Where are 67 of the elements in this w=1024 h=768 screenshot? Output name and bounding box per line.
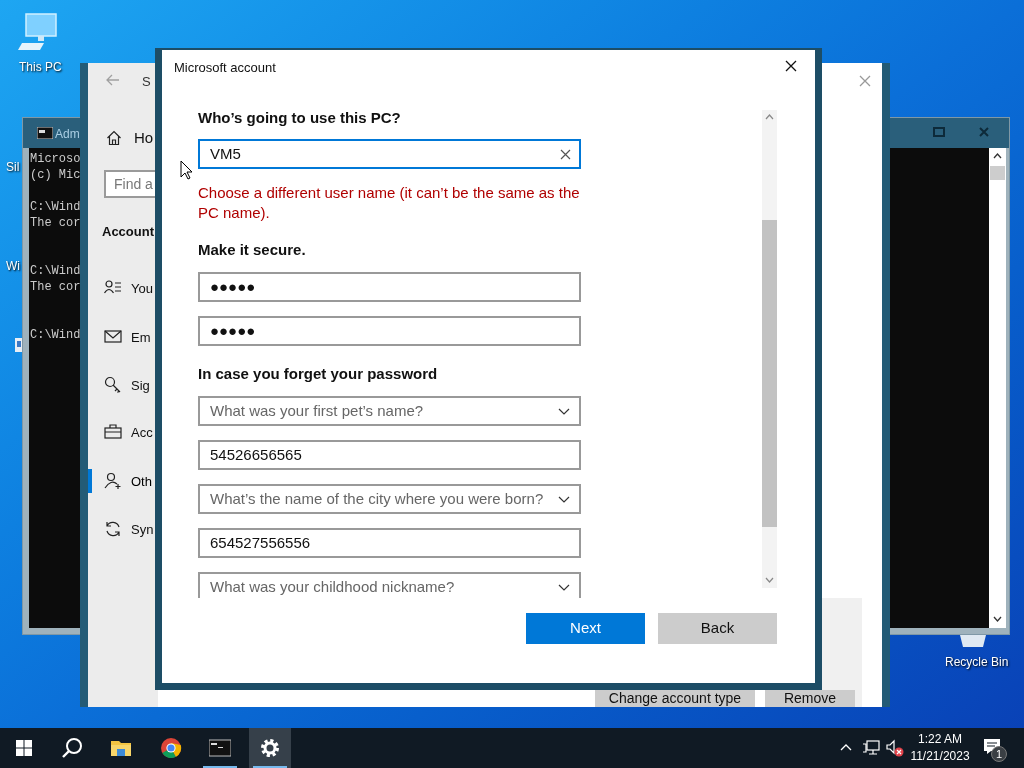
error-message: Choose a different user name (it can’t be the same as the PC name). (198, 183, 581, 223)
taskbar-button[interactable] (249, 728, 291, 768)
answer-field[interactable]: 654527556556 (198, 528, 581, 558)
scroll-down-icon[interactable] (993, 616, 1002, 622)
notification-badge: 1 (991, 746, 1007, 762)
console-line: The cor (30, 215, 81, 231)
desktop-icon-label[interactable]: Recycle Bin (945, 653, 1009, 671)
computer-icon[interactable] (18, 12, 60, 52)
chevron-down-icon[interactable] (558, 496, 570, 503)
person-add-icon[interactable] (104, 472, 122, 490)
briefcase-icon[interactable] (104, 423, 122, 441)
sidebar-item[interactable]: Sig (131, 376, 150, 396)
sync-icon[interactable] (104, 520, 122, 538)
browser-icon[interactable] (160, 737, 182, 759)
key-icon[interactable] (104, 376, 122, 394)
sidebar-item[interactable]: Syn (131, 520, 154, 540)
settings-icon[interactable] (259, 737, 281, 759)
home-icon[interactable] (106, 130, 122, 147)
chevron-up-icon[interactable] (840, 744, 852, 751)
scroll-up-icon[interactable] (993, 153, 1002, 159)
answer-field[interactable]: 54526656565 (198, 440, 581, 470)
console-line: C:\Wind (30, 327, 81, 343)
window-title: S (142, 73, 151, 91)
network-icon[interactable] (862, 740, 880, 756)
sidebar-item[interactable]: Acc (131, 423, 153, 443)
scrollbar[interactable] (762, 110, 777, 588)
section-heading: Account (102, 223, 154, 241)
question-dropdown[interactable]: What was your first pet’s name? (198, 396, 581, 426)
next-button[interactable]: Next (526, 613, 645, 644)
clock-time[interactable]: 1:22 AM (910, 731, 970, 747)
chevron-down-icon[interactable] (558, 584, 570, 591)
scrollbar-thumb[interactable] (990, 166, 1005, 180)
console-line: C:\Wind (30, 199, 81, 215)
question-dropdown[interactable]: What’s the name of the city where you were born? (198, 484, 581, 514)
close-icon[interactable] (785, 60, 797, 72)
field-label: Who’s going to use this PC? (198, 108, 402, 128)
field-label: In case you forget your password (198, 364, 439, 384)
mail-icon[interactable] (104, 328, 122, 346)
speaker-icon[interactable] (886, 739, 904, 757)
console-line: C:\Wind (30, 263, 81, 279)
clear-icon[interactable] (560, 149, 571, 160)
pointer-icon (180, 160, 193, 180)
clock-date[interactable]: 11/21/2023 (905, 748, 975, 764)
field-label: Make it secure. (198, 240, 307, 260)
dialog-title: Microsoft account (174, 59, 276, 77)
console-line: The cor (30, 279, 81, 295)
search-icon[interactable] (61, 737, 83, 759)
back-button[interactable]: Back (658, 613, 777, 644)
console-line: (c) Mic (30, 167, 81, 183)
sidebar-item[interactable]: Oth (131, 472, 152, 492)
console-icon[interactable] (209, 737, 231, 759)
console-icon (37, 127, 53, 139)
sidebar-item[interactable]: Em (131, 328, 151, 348)
sidebar-item[interactable]: You (131, 279, 153, 299)
scrollbar-thumb[interactable] (762, 220, 777, 527)
start-icon[interactable] (16, 740, 32, 756)
password-field[interactable]: ●●●●● (198, 272, 581, 302)
password-field[interactable]: ●●●●● (198, 316, 581, 346)
nav-link[interactable]: Ho (134, 127, 154, 150)
console-line: Microso (30, 151, 81, 167)
user-name-field[interactable]: VM5 (198, 139, 581, 169)
remove-button[interactable]: Remove (765, 690, 855, 707)
change-account-type-button[interactable]: Change account type (595, 690, 755, 707)
window-title: Adm (55, 126, 80, 143)
scrollbar[interactable] (989, 148, 1006, 628)
question-dropdown[interactable]: What was your childhood nickname? (198, 572, 581, 598)
chevron-down-icon[interactable] (558, 408, 570, 415)
